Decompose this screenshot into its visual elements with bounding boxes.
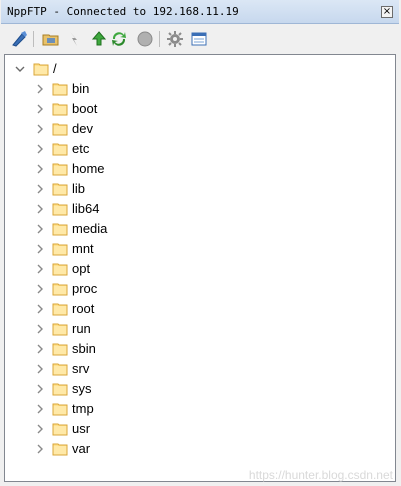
folder-icon	[52, 181, 68, 197]
download-icon[interactable]	[65, 29, 85, 49]
folder-icon	[52, 321, 68, 337]
folder-icon	[52, 421, 68, 437]
folder-icon	[52, 141, 68, 157]
tree-item[interactable]: etc	[5, 139, 385, 159]
tree-item[interactable]: usr	[5, 419, 385, 439]
tree-item[interactable]: media	[5, 219, 385, 239]
collapse-chevron-icon[interactable]	[33, 299, 47, 319]
collapse-chevron-icon[interactable]	[33, 359, 47, 379]
folder-icon	[52, 341, 68, 357]
tree-item[interactable]: run	[5, 319, 385, 339]
tree-item-label: root	[72, 301, 95, 316]
tree-root-row[interactable]: /	[5, 59, 385, 79]
collapse-chevron-icon[interactable]	[33, 279, 47, 299]
collapse-chevron-icon[interactable]	[33, 399, 47, 419]
file-tree[interactable]: / bin boot dev etc home lib lib64 media mnt opt pro…	[4, 54, 396, 482]
collapse-chevron-icon[interactable]	[33, 179, 47, 199]
open-directory-icon[interactable]	[41, 29, 61, 49]
folder-icon	[52, 401, 68, 417]
collapse-chevron-icon[interactable]	[33, 139, 47, 159]
refresh-icon[interactable]	[109, 29, 129, 49]
tree-item[interactable]: tmp	[5, 399, 385, 419]
tree-item[interactable]: sbin	[5, 339, 385, 359]
folder-icon	[52, 201, 68, 217]
tree-item[interactable]: opt	[5, 259, 385, 279]
collapse-chevron-icon[interactable]	[33, 259, 47, 279]
collapse-chevron-icon[interactable]	[33, 219, 47, 239]
folder-icon	[52, 281, 68, 297]
folder-icon	[52, 161, 68, 177]
collapse-chevron-icon[interactable]	[33, 199, 47, 219]
folder-icon	[52, 121, 68, 137]
tree-item-label: etc	[72, 141, 90, 156]
tree-item[interactable]: bin	[5, 79, 385, 99]
folder-icon	[33, 61, 49, 77]
tree-item[interactable]: sys	[5, 379, 385, 399]
tree-item[interactable]: mnt	[5, 239, 385, 259]
title-bar: NppFTP - Connected to 192.168.11.19 ×	[1, 0, 399, 24]
tree-item-label: var	[72, 441, 91, 456]
window-title: NppFTP - Connected to 192.168.11.19	[7, 5, 239, 18]
tree-item-label: home	[72, 161, 105, 176]
toolbar	[1, 25, 399, 53]
tree-item-label: tmp	[72, 401, 94, 416]
collapse-chevron-icon[interactable]	[33, 119, 47, 139]
tree-item[interactable]: lib64	[5, 199, 385, 219]
tree-item-label: dev	[72, 121, 93, 136]
tree-item-label: media	[72, 221, 108, 236]
collapse-chevron-icon[interactable]	[33, 79, 47, 99]
folder-icon	[52, 441, 68, 457]
message-window-icon[interactable]	[189, 29, 209, 49]
folder-icon	[52, 301, 68, 317]
tree-item-label: run	[72, 321, 91, 336]
tree-item-label: boot	[72, 101, 98, 116]
close-button[interactable]: ×	[381, 6, 393, 18]
tree-item-label: srv	[72, 361, 90, 376]
tree-item-label: mnt	[72, 241, 94, 256]
tree-item-label: /	[53, 61, 57, 76]
folder-icon	[52, 221, 68, 237]
folder-icon	[52, 261, 68, 277]
tree-item-label: bin	[72, 81, 90, 96]
folder-icon	[52, 101, 68, 117]
tree-item-label: proc	[72, 281, 98, 296]
collapse-chevron-icon[interactable]	[33, 319, 47, 339]
settings-icon[interactable]	[165, 29, 185, 49]
collapse-chevron-icon[interactable]	[33, 159, 47, 179]
collapse-chevron-icon[interactable]	[33, 239, 47, 259]
collapse-chevron-icon[interactable]	[33, 339, 47, 359]
tree-item[interactable]: var	[5, 439, 385, 459]
collapse-chevron-icon[interactable]	[33, 439, 47, 459]
folder-icon	[52, 381, 68, 397]
connect-icon[interactable]	[9, 29, 29, 49]
tree-item[interactable]: home	[5, 159, 385, 179]
tree-item[interactable]: boot	[5, 99, 385, 119]
folder-icon	[52, 241, 68, 257]
expand-chevron-icon[interactable]	[13, 59, 27, 79]
tree-item-label: opt	[72, 261, 91, 276]
tree-item[interactable]: root	[5, 299, 385, 319]
tree-item-label: usr	[72, 421, 91, 436]
collapse-chevron-icon[interactable]	[33, 419, 47, 439]
tree-item-label: lib64	[72, 201, 100, 216]
abort-icon[interactable]	[135, 29, 155, 49]
watermark: https://hunter.blog.csdn.net	[248, 468, 393, 482]
folder-icon	[52, 361, 68, 377]
tree-item[interactable]: dev	[5, 119, 385, 139]
upload-icon[interactable]	[89, 29, 109, 49]
tree-item[interactable]: srv	[5, 359, 385, 379]
collapse-chevron-icon[interactable]	[33, 99, 47, 119]
tree-item[interactable]: lib	[5, 179, 385, 199]
collapse-chevron-icon[interactable]	[33, 379, 47, 399]
tree-item-label: lib	[72, 181, 86, 196]
tree-item-label: sys	[72, 381, 92, 396]
folder-icon	[52, 81, 68, 97]
tree-item[interactable]: proc	[5, 279, 385, 299]
tree-item-label: sbin	[72, 341, 96, 356]
